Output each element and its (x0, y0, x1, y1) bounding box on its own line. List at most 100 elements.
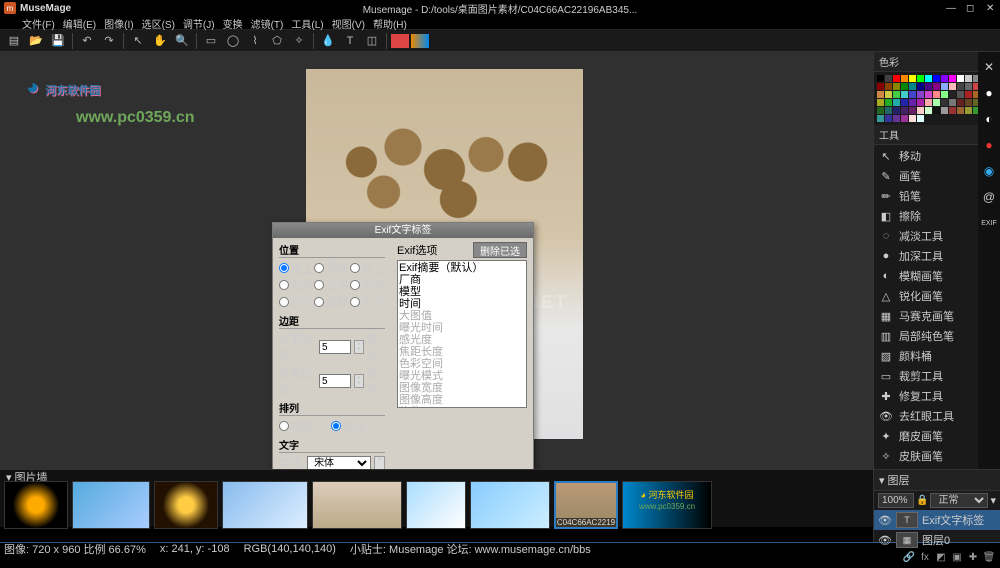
palette-color[interactable] (917, 107, 924, 114)
tool-画笔[interactable]: ✎画笔 (874, 166, 978, 186)
sel-lasso-icon[interactable]: ⌇ (245, 32, 265, 50)
menu-图像(I)[interactable]: 图像(I) (104, 16, 133, 29)
palette-color[interactable] (893, 115, 900, 122)
pos-radio-右上[interactable]: 右上 (350, 260, 385, 276)
palette-color[interactable] (917, 83, 924, 90)
layer-item[interactable]: 👁▦图层0 (874, 530, 1000, 550)
palette-color[interactable] (893, 107, 900, 114)
zoom-icon[interactable]: 🔍 (172, 32, 192, 50)
tool-修复工具[interactable]: ✚修复工具 (874, 386, 978, 406)
palette-color[interactable] (941, 91, 948, 98)
palette-color[interactable] (901, 75, 908, 82)
exif-item[interactable]: 色彩空间 (399, 358, 525, 370)
tool-磨皮画笔[interactable]: ✦磨皮画笔 (874, 426, 978, 446)
palette-color[interactable] (909, 115, 916, 122)
arrange-radio-纵向[interactable]: 纵向 (331, 418, 383, 434)
palette-color[interactable] (957, 91, 964, 98)
palette-color[interactable] (965, 107, 972, 114)
side-✕-icon[interactable]: ✕ (980, 58, 998, 76)
side-◉-icon[interactable]: ◉ (980, 162, 998, 180)
thumbnail[interactable] (312, 481, 402, 529)
palette-color[interactable] (885, 91, 892, 98)
menu-选区(S)[interactable]: 选区(S) (142, 16, 175, 29)
palette-color[interactable] (925, 75, 932, 82)
palette-color[interactable] (901, 107, 908, 114)
palette-color[interactable] (949, 107, 956, 114)
tool-模糊画笔[interactable]: ◐模糊画笔 (874, 266, 978, 286)
pos-radio-左侧[interactable]: 左侧 (279, 277, 314, 293)
blend-mode-select[interactable]: 正常 (930, 493, 988, 508)
menu-变换[interactable]: 变换 (223, 16, 243, 29)
color-palette[interactable] (874, 72, 978, 125)
pos-radio-右下[interactable]: 右下 (350, 294, 385, 310)
palette-color[interactable] (917, 75, 924, 82)
tool-颜料桶[interactable]: ▨颜料桶 (874, 346, 978, 366)
exif-item[interactable]: 厂商 (399, 274, 525, 286)
tool-局部纯色笔[interactable]: ▥局部纯色笔 (874, 326, 978, 346)
palette-color[interactable] (893, 75, 900, 82)
exif-item[interactable]: 图像高度 (399, 394, 525, 406)
palette-color[interactable] (885, 99, 892, 106)
menu-调节(J)[interactable]: 调节(J) (183, 16, 215, 29)
palette-color[interactable] (957, 75, 964, 82)
palette-color[interactable] (909, 107, 916, 114)
hand-icon[interactable]: ✋ (150, 32, 170, 50)
font-select[interactable]: 宋体 (307, 456, 371, 470)
fg-swatch[interactable] (391, 34, 409, 48)
layer-folder-icon[interactable]: ▣ (950, 552, 964, 566)
palette-color[interactable] (957, 83, 964, 90)
palette-color[interactable] (957, 99, 964, 106)
palette-color[interactable] (885, 83, 892, 90)
exif-item[interactable]: 模型 (399, 286, 525, 298)
layer-new-icon[interactable]: ✚ (966, 552, 980, 566)
palette-color[interactable] (877, 91, 884, 98)
palette-color[interactable] (877, 75, 884, 82)
palette-color[interactable] (893, 91, 900, 98)
palette-color[interactable] (909, 91, 916, 98)
palette-color[interactable] (877, 115, 884, 122)
palette-color[interactable] (933, 99, 940, 106)
palette-color[interactable] (877, 83, 884, 90)
font-dropdown-icon[interactable]: ▾ (374, 456, 385, 469)
palette-color[interactable] (949, 75, 956, 82)
tool-减淡工具[interactable]: ◌减淡工具 (874, 226, 978, 246)
chevron-down-icon[interactable]: ▾ (990, 494, 996, 507)
crop-icon[interactable]: ◫ (362, 32, 382, 50)
palette-color[interactable] (925, 83, 932, 90)
new-icon[interactable]: ▤ (4, 32, 24, 50)
chevron-down-icon[interactable]: ▾ (879, 474, 885, 487)
palette-color[interactable] (885, 115, 892, 122)
arrange-radio-横向[interactable]: 横向 (279, 418, 331, 434)
exif-item[interactable]: 感光度 (399, 334, 525, 346)
palette-color[interactable] (957, 107, 964, 114)
thumbnail[interactable]: C04C66AC2219 (554, 481, 618, 529)
tool-马赛克画笔[interactable]: ▦马赛克画笔 (874, 306, 978, 326)
eye-icon[interactable]: 👁 (878, 534, 892, 547)
tool-裁剪工具[interactable]: ▭裁剪工具 (874, 366, 978, 386)
palette-color[interactable] (877, 107, 884, 114)
tool-加深工具[interactable]: ●加深工具 (874, 246, 978, 266)
palette-color[interactable] (933, 91, 940, 98)
maximize-button[interactable]: ◻ (966, 3, 976, 13)
menu-工具(L)[interactable]: 工具(L) (291, 16, 323, 29)
margin-input[interactable] (319, 340, 351, 354)
exif-item[interactable]: Exif摘要（默认） (399, 262, 525, 274)
exif-item[interactable]: 时间 (399, 298, 525, 310)
tool-皮肤画笔[interactable]: ✧皮肤画笔 (874, 446, 978, 466)
palette-color[interactable] (893, 99, 900, 106)
pos-radio-底部[interactable]: 底部 (314, 294, 349, 310)
eyedrop-icon[interactable]: 💧 (318, 32, 338, 50)
palette-color[interactable] (909, 99, 916, 106)
tool-锐化画笔[interactable]: △锐化画笔 (874, 286, 978, 306)
palette-color[interactable] (941, 75, 948, 82)
exif-item[interactable]: 大图值 (399, 310, 525, 322)
pos-radio-右侧[interactable]: 右侧 (350, 277, 385, 293)
side-●-icon[interactable]: ● (980, 84, 998, 102)
palette-color[interactable] (901, 83, 908, 90)
thumbnail[interactable] (406, 481, 466, 529)
palette-color[interactable] (965, 83, 972, 90)
palette-color[interactable] (925, 91, 932, 98)
spinner-icon[interactable]: ▴▾ (354, 374, 364, 388)
menu-编辑(E)[interactable]: 编辑(E) (63, 16, 96, 29)
side-EXIF-icon[interactable]: EXIF (980, 214, 998, 232)
